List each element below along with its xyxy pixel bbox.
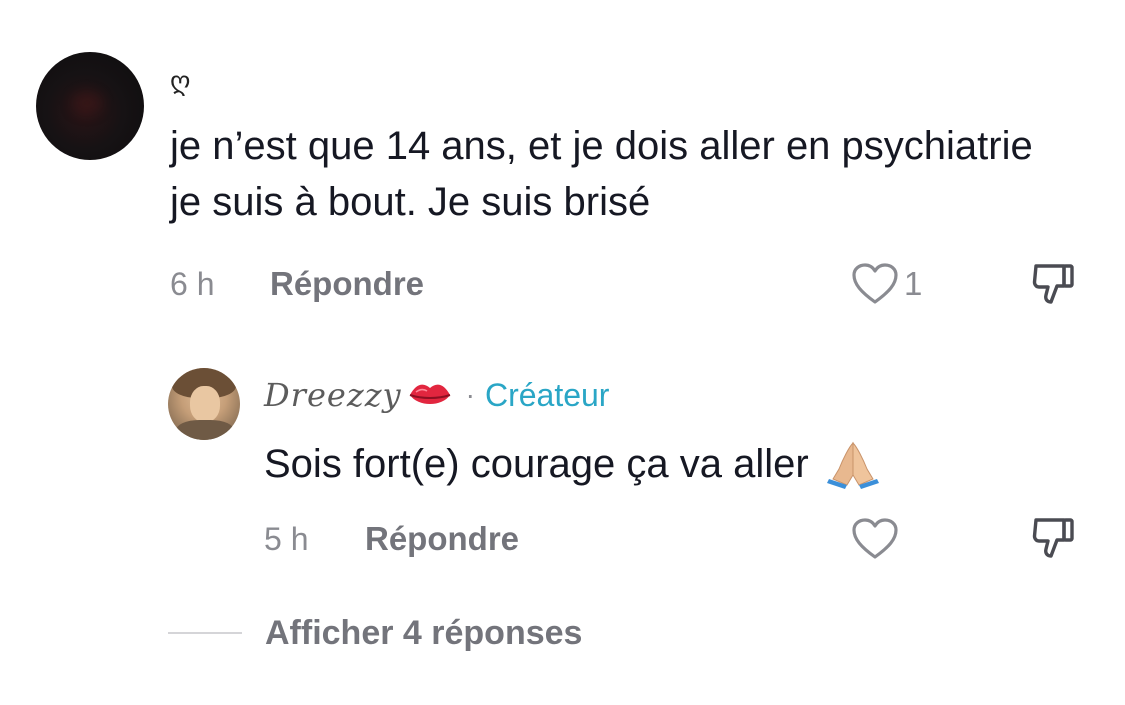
creator-avatar[interactable] bbox=[168, 368, 240, 440]
show-replies-button[interactable]: Afficher 4 réponses bbox=[265, 612, 582, 654]
creator-badge: Créateur bbox=[484, 376, 610, 413]
replies-divider bbox=[168, 632, 242, 634]
reply-like-button[interactable] bbox=[851, 517, 899, 561]
thumbs-down-icon bbox=[1032, 264, 1074, 304]
reply-comment: Sois fort(e) courage ça va aller bbox=[264, 436, 883, 492]
lips-kiss-icon bbox=[409, 384, 450, 404]
reply-text: Sois fort(e) courage ça va aller bbox=[264, 442, 809, 486]
commenter-avatar[interactable] bbox=[36, 52, 144, 160]
creator-username[interactable]: Dreezzy bbox=[264, 376, 402, 414]
comment-text: je n’est que 14 ans, et je dois aller en… bbox=[170, 124, 1033, 224]
like-button[interactable] bbox=[851, 262, 899, 306]
reply-timestamp: 5 h bbox=[264, 521, 309, 557]
reply-to-reply-button[interactable]: Répondre bbox=[365, 519, 519, 559]
reply-button[interactable]: Répondre bbox=[270, 264, 424, 304]
reply-header: Dreezzy · Créateur bbox=[264, 372, 609, 418]
heart-icon bbox=[852, 518, 898, 559]
comment-timestamp: 6 h bbox=[170, 266, 215, 302]
separator-dot: · bbox=[465, 379, 475, 410]
reply-dislike-button[interactable] bbox=[1030, 516, 1076, 562]
folded-hands-icon bbox=[826, 441, 879, 489]
thumbs-down-icon bbox=[1032, 518, 1074, 558]
like-count: 1 bbox=[904, 265, 923, 302]
commenter-username[interactable]: ღ bbox=[170, 64, 190, 98]
dislike-button[interactable] bbox=[1030, 262, 1076, 308]
heart-icon bbox=[852, 263, 898, 304]
